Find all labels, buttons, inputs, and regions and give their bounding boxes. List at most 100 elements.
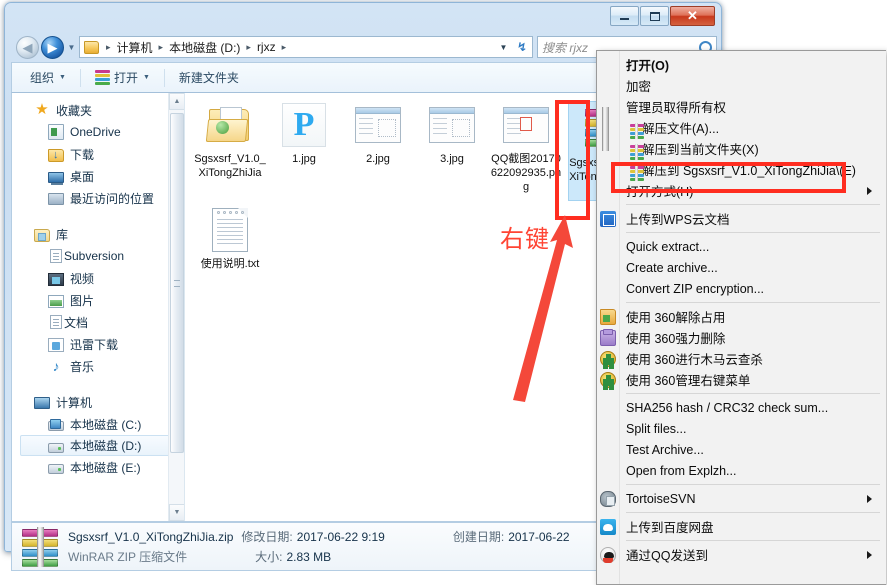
forward-button[interactable]: ▶: [41, 35, 64, 59]
winrar-icon: [629, 143, 645, 160]
nav-header-favorites[interactable]: ★ 收藏夹: [12, 99, 184, 121]
menu-item-360-manage-context-menu[interactable]: 使用 360管理右键菜单: [597, 369, 886, 390]
menu-item-encrypt[interactable]: 加密: [597, 75, 886, 96]
menu-item-360-scan-trojan[interactable]: 使用 360进行木马云查杀: [597, 348, 886, 369]
menu-item-open-with[interactable]: 打开方式(H): [597, 180, 886, 201]
sidebar-item-xunlei[interactable]: 迅雷下载: [12, 333, 184, 355]
navigation-pane: ★ 收藏夹 OneDrive 下载 桌面: [12, 93, 185, 521]
sidebar-item-desktop[interactable]: 桌面: [12, 165, 184, 187]
text-file-icon: [206, 206, 254, 254]
scroll-up-button[interactable]: ▲: [169, 93, 184, 110]
scroll-down-button[interactable]: ▼: [169, 504, 184, 521]
scrollbar-thumb[interactable]: [170, 113, 184, 453]
desktop-icon: [48, 171, 64, 185]
menu-item-convert-zip-encryption[interactable]: Convert ZIP encryption...: [597, 278, 886, 299]
menu-item-send-via-qq[interactable]: 通过QQ发送到: [597, 544, 886, 565]
computer-icon: [34, 397, 50, 409]
open-button[interactable]: 打开 ▼: [87, 66, 158, 89]
menu-item-extract-to-folder[interactable]: 解压到 Sgsxsrf_V1.0_XiTongZhiJia\(E): [597, 159, 886, 181]
recent-places-icon: [48, 193, 64, 205]
360-shield-icon: [600, 351, 616, 367]
breadcrumb-item-drive-d[interactable]: 本地磁盘 (D:): [167, 39, 242, 56]
sidebar-item-documents[interactable]: 文档: [12, 311, 184, 333]
organize-button[interactable]: 组织 ▼: [22, 66, 74, 89]
video-icon: [48, 272, 64, 286]
menu-item-sha256-crc32[interactable]: SHA256 hash / CRC32 check sum...: [597, 397, 886, 418]
nav-label: 迅雷下载: [70, 337, 119, 352]
nav-header-libraries[interactable]: 库: [12, 223, 184, 245]
back-button[interactable]: ◀: [16, 35, 39, 59]
qq-icon: [600, 547, 616, 563]
history-dropdown-button[interactable]: ▼: [64, 37, 79, 57]
status-file-type: WinRAR ZIP 压缩文件: [68, 550, 188, 564]
winrar-zip-icon: [20, 526, 60, 567]
file-item[interactable]: QQ截图20170622092935.png: [489, 101, 563, 194]
close-button[interactable]: ✕: [670, 6, 715, 26]
breadcrumb-item-rjxz[interactable]: rjxz: [255, 40, 278, 54]
wps-cloud-icon: [600, 211, 616, 227]
sidebar-item-drive-c[interactable]: 本地磁盘 (C:): [12, 413, 184, 435]
menu-item-open-from-explzh[interactable]: Open from Explzh...: [597, 460, 886, 481]
sidebar-item-downloads[interactable]: 下载: [12, 143, 184, 165]
nav-label: 本地磁盘 (D:): [70, 439, 142, 453]
screenshot-icon: [354, 101, 402, 149]
sidebar-item-recent-places[interactable]: 最近访问的位置: [12, 187, 184, 209]
menu-item-extract-here[interactable]: 解压到当前文件夹(X): [597, 138, 886, 160]
back-arrow-icon: ◀: [22, 39, 33, 55]
maximize-button[interactable]: [640, 6, 669, 26]
address-dropdown-button[interactable]: ▼: [495, 36, 512, 58]
nav-label: 库: [56, 227, 69, 242]
menu-item-label: SHA256 hash / CRC32 check sum...: [626, 400, 829, 415]
menu-item-label: Convert ZIP encryption...: [626, 281, 765, 296]
sidebar-item-videos[interactable]: 视频: [12, 267, 184, 289]
system-drive-icon: [48, 419, 64, 431]
menu-item-360-release-lock[interactable]: 使用 360解除占用: [597, 306, 886, 327]
annotation-right-click-label: 右键: [500, 225, 550, 253]
submenu-arrow-icon: [867, 186, 872, 195]
menu-item-tortoise-svn[interactable]: TortoiseSVN: [597, 488, 886, 509]
sidebar-item-drive-e[interactable]: 本地磁盘 (E:): [12, 456, 184, 478]
navigation-scrollbar[interactable]: ▲ ▼: [168, 93, 184, 521]
menu-item-upload-baidu-netdisk[interactable]: 上传到百度网盘: [597, 516, 886, 537]
menu-item-create-archive[interactable]: Create archive...: [597, 257, 886, 278]
nav-label: 本地磁盘 (C:): [70, 417, 142, 432]
breadcrumb-item-computer[interactable]: 计算机: [115, 39, 155, 56]
pictures-icon: [48, 294, 64, 308]
sidebar-item-subversion[interactable]: Subversion: [12, 245, 184, 267]
file-item[interactable]: P 1.jpg: [267, 101, 341, 194]
sidebar-item-drive-d[interactable]: 本地磁盘 (D:): [20, 435, 180, 456]
file-item[interactable]: 3.jpg: [415, 101, 489, 194]
file-label: Sgsxsrf_V1.0_XiTongZhiJia: [194, 153, 266, 179]
context-menu[interactable]: 打开(O) 加密 管理员取得所有权 解压文件(A)... 解压到当前文件夹(X)…: [596, 50, 886, 585]
nav-header-computer[interactable]: 计算机: [12, 391, 184, 413]
new-folder-button[interactable]: 新建文件夹: [171, 66, 247, 89]
forward-arrow-icon: ▶: [47, 39, 58, 55]
refresh-button[interactable]: ↯: [512, 36, 533, 58]
menu-item-split-files[interactable]: Split files...: [597, 418, 886, 439]
baidu-netdisk-icon: [600, 519, 616, 535]
menu-item-upload-wps[interactable]: 上传到WPS云文档: [597, 208, 886, 229]
open-label: 打开: [113, 71, 138, 85]
file-label: 3.jpg: [440, 153, 464, 165]
menu-item-open[interactable]: 打开(O): [597, 54, 886, 75]
360-folder-icon: [600, 309, 616, 325]
breadcrumb[interactable]: ▸ 计算机 ▸ 本地磁盘 (D:) ▸ rjxz ▸: [79, 36, 495, 58]
menu-item-quick-extract[interactable]: Quick extract...: [597, 236, 886, 257]
menu-item-take-ownership[interactable]: 管理员取得所有权: [597, 96, 886, 117]
minimize-button[interactable]: [610, 6, 639, 26]
sidebar-item-pictures[interactable]: 图片: [12, 289, 184, 311]
file-item[interactable]: 2.jpg: [341, 101, 415, 194]
sidebar-item-onedrive[interactable]: OneDrive: [12, 121, 184, 143]
menu-item-label: 解压到 Sgsxsrf_V1.0_XiTongZhiJia\(E): [642, 164, 856, 178]
menu-item-test-archive[interactable]: Test Archive...: [597, 439, 886, 460]
menu-separator: [626, 232, 880, 233]
status-size-value: 2.83 MB: [286, 550, 332, 564]
menu-item-extract-files[interactable]: 解压文件(A)...: [597, 117, 886, 139]
file-item[interactable]: 使用说明.txt: [193, 206, 267, 271]
sidebar-item-music[interactable]: ♪ 音乐: [12, 355, 184, 377]
breadcrumb-separator: ▸: [158, 41, 164, 52]
status-created-value: 2017-06-22: [508, 530, 570, 544]
menu-item-360-force-delete[interactable]: 使用 360强力删除: [597, 327, 886, 348]
file-item[interactable]: Sgsxsrf_V1.0_XiTongZhiJia: [193, 101, 267, 194]
